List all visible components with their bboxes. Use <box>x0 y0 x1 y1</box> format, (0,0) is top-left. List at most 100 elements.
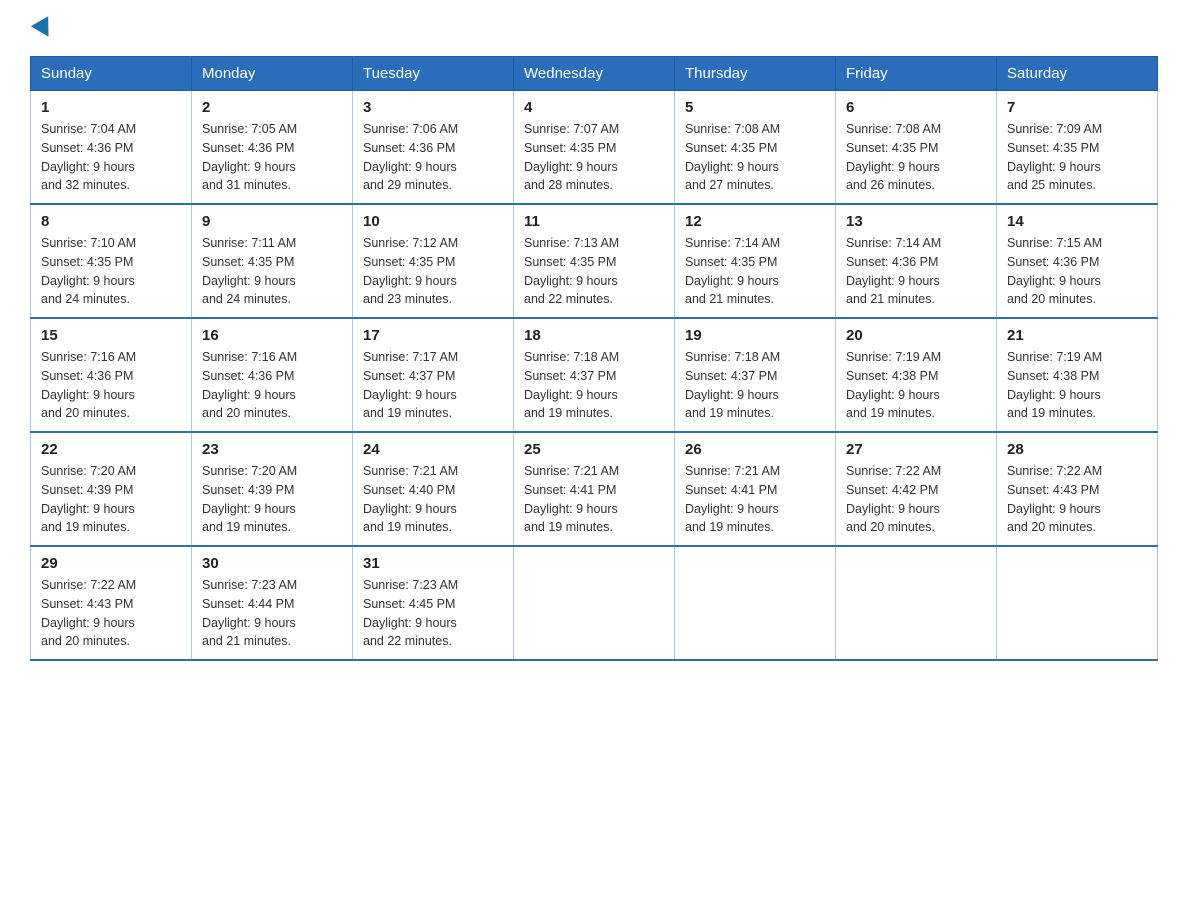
day-cell: 21 Sunrise: 7:19 AMSunset: 4:38 PMDayligh… <box>997 318 1158 432</box>
day-cell <box>997 546 1158 660</box>
day-info: Sunrise: 7:05 AMSunset: 4:36 PMDaylight:… <box>202 120 342 195</box>
day-cell: 9Sunrise: 7:11 AMSunset: 4:35 PMDaylight… <box>192 204 353 318</box>
page-header <box>30 20 1158 38</box>
day-of-week-saturday: Saturday <box>997 57 1158 91</box>
day-cell: 13 Sunrise: 7:14 AMSunset: 4:36 PMDayligh… <box>836 204 997 318</box>
day-cell: 1 Sunrise: 7:04 AMSunset: 4:36 PMDaylight… <box>31 91 192 205</box>
day-number: 3 <box>363 99 503 116</box>
day-info: Sunrise: 7:20 AMSunset: 4:39 PMDaylight:… <box>41 462 181 537</box>
day-number: 17 <box>363 327 503 344</box>
day-number: 6 <box>846 99 986 116</box>
day-cell: 18Sunrise: 7:18 AMSunset: 4:37 PMDayligh… <box>514 318 675 432</box>
day-info: Sunrise: 7:22 AMSunset: 4:43 PMDaylight:… <box>41 576 181 651</box>
day-number: 21 <box>1007 327 1147 344</box>
day-cell: 23 Sunrise: 7:20 AMSunset: 4:39 PMDayligh… <box>192 432 353 546</box>
calendar-header: SundayMondayTuesdayWednesdayThursdayFrid… <box>31 57 1158 91</box>
day-number: 10 <box>363 213 503 230</box>
day-cell: 12 Sunrise: 7:14 AMSunset: 4:35 PMDayligh… <box>675 204 836 318</box>
day-info: Sunrise: 7:11 AMSunset: 4:35 PMDaylight:… <box>202 234 342 309</box>
day-cell: 27 Sunrise: 7:22 AMSunset: 4:42 PMDayligh… <box>836 432 997 546</box>
day-info: Sunrise: 7:06 AMSunset: 4:36 PMDaylight:… <box>363 120 503 195</box>
calendar-body: 1 Sunrise: 7:04 AMSunset: 4:36 PMDaylight… <box>31 91 1158 661</box>
day-cell: 22 Sunrise: 7:20 AMSunset: 4:39 PMDayligh… <box>31 432 192 546</box>
day-info: Sunrise: 7:23 AMSunset: 4:45 PMDaylight:… <box>363 576 503 651</box>
day-info: Sunrise: 7:17 AMSunset: 4:37 PMDaylight:… <box>363 348 503 423</box>
days-of-week-row: SundayMondayTuesdayWednesdayThursdayFrid… <box>31 57 1158 91</box>
day-cell: 2 Sunrise: 7:05 AMSunset: 4:36 PMDaylight… <box>192 91 353 205</box>
day-number: 30 <box>202 555 342 572</box>
day-cell: 6 Sunrise: 7:08 AMSunset: 4:35 PMDaylight… <box>836 91 997 205</box>
day-cell: 24 Sunrise: 7:21 AMSunset: 4:40 PMDayligh… <box>353 432 514 546</box>
day-number: 24 <box>363 441 503 458</box>
day-number: 14 <box>1007 213 1147 230</box>
day-info: Sunrise: 7:14 AMSunset: 4:35 PMDaylight:… <box>685 234 825 309</box>
calendar-table: SundayMondayTuesdayWednesdayThursdayFrid… <box>30 56 1158 661</box>
day-number: 25 <box>524 441 664 458</box>
day-info: Sunrise: 7:14 AMSunset: 4:36 PMDaylight:… <box>846 234 986 309</box>
day-number: 27 <box>846 441 986 458</box>
day-cell: 25 Sunrise: 7:21 AMSunset: 4:41 PMDayligh… <box>514 432 675 546</box>
day-cell: 10Sunrise: 7:12 AMSunset: 4:35 PMDayligh… <box>353 204 514 318</box>
day-of-week-wednesday: Wednesday <box>514 57 675 91</box>
day-number: 18 <box>524 327 664 344</box>
week-row-2: 8 Sunrise: 7:10 AMSunset: 4:35 PMDaylight… <box>31 204 1158 318</box>
day-number: 15 <box>41 327 181 344</box>
day-number: 1 <box>41 99 181 116</box>
day-cell: 19Sunrise: 7:18 AMSunset: 4:37 PMDayligh… <box>675 318 836 432</box>
day-of-week-friday: Friday <box>836 57 997 91</box>
day-cell: 5Sunrise: 7:08 AMSunset: 4:35 PMDaylight… <box>675 91 836 205</box>
day-number: 4 <box>524 99 664 116</box>
day-cell <box>514 546 675 660</box>
day-info: Sunrise: 7:08 AMSunset: 4:35 PMDaylight:… <box>685 120 825 195</box>
day-info: Sunrise: 7:10 AMSunset: 4:35 PMDaylight:… <box>41 234 181 309</box>
day-info: Sunrise: 7:23 AMSunset: 4:44 PMDaylight:… <box>202 576 342 651</box>
day-of-week-monday: Monday <box>192 57 353 91</box>
day-number: 12 <box>685 213 825 230</box>
day-info: Sunrise: 7:09 AMSunset: 4:35 PMDaylight:… <box>1007 120 1147 195</box>
day-cell: 20 Sunrise: 7:19 AMSunset: 4:38 PMDayligh… <box>836 318 997 432</box>
day-info: Sunrise: 7:21 AMSunset: 4:41 PMDaylight:… <box>524 462 664 537</box>
day-cell: 16Sunrise: 7:16 AMSunset: 4:36 PMDayligh… <box>192 318 353 432</box>
day-cell: 28Sunrise: 7:22 AMSunset: 4:43 PMDayligh… <box>997 432 1158 546</box>
day-cell: 7Sunrise: 7:09 AMSunset: 4:35 PMDaylight… <box>997 91 1158 205</box>
day-cell: 31 Sunrise: 7:23 AMSunset: 4:45 PMDayligh… <box>353 546 514 660</box>
day-number: 22 <box>41 441 181 458</box>
day-cell: 8 Sunrise: 7:10 AMSunset: 4:35 PMDaylight… <box>31 204 192 318</box>
day-info: Sunrise: 7:15 AMSunset: 4:36 PMDaylight:… <box>1007 234 1147 309</box>
logo-triangle-icon <box>31 16 57 42</box>
day-number: 20 <box>846 327 986 344</box>
week-row-4: 22 Sunrise: 7:20 AMSunset: 4:39 PMDayligh… <box>31 432 1158 546</box>
day-info: Sunrise: 7:22 AMSunset: 4:42 PMDaylight:… <box>846 462 986 537</box>
week-row-5: 29 Sunrise: 7:22 AMSunset: 4:43 PMDayligh… <box>31 546 1158 660</box>
day-number: 28 <box>1007 441 1147 458</box>
day-cell: 17 Sunrise: 7:17 AMSunset: 4:37 PMDayligh… <box>353 318 514 432</box>
day-info: Sunrise: 7:19 AMSunset: 4:38 PMDaylight:… <box>846 348 986 423</box>
day-info: Sunrise: 7:08 AMSunset: 4:35 PMDaylight:… <box>846 120 986 195</box>
logo-blue-text <box>30 20 54 38</box>
day-info: Sunrise: 7:04 AMSunset: 4:36 PMDaylight:… <box>41 120 181 195</box>
day-info: Sunrise: 7:16 AMSunset: 4:36 PMDaylight:… <box>41 348 181 423</box>
day-number: 29 <box>41 555 181 572</box>
day-of-week-sunday: Sunday <box>31 57 192 91</box>
day-number: 13 <box>846 213 986 230</box>
day-number: 2 <box>202 99 342 116</box>
day-info: Sunrise: 7:18 AMSunset: 4:37 PMDaylight:… <box>685 348 825 423</box>
logo <box>30 20 54 38</box>
day-number: 23 <box>202 441 342 458</box>
day-info: Sunrise: 7:07 AMSunset: 4:35 PMDaylight:… <box>524 120 664 195</box>
day-cell: 15 Sunrise: 7:16 AMSunset: 4:36 PMDayligh… <box>31 318 192 432</box>
day-cell: 26Sunrise: 7:21 AMSunset: 4:41 PMDayligh… <box>675 432 836 546</box>
day-info: Sunrise: 7:20 AMSunset: 4:39 PMDaylight:… <box>202 462 342 537</box>
day-cell: 4 Sunrise: 7:07 AMSunset: 4:35 PMDaylight… <box>514 91 675 205</box>
day-of-week-tuesday: Tuesday <box>353 57 514 91</box>
day-cell: 11Sunrise: 7:13 AMSunset: 4:35 PMDayligh… <box>514 204 675 318</box>
day-info: Sunrise: 7:21 AMSunset: 4:40 PMDaylight:… <box>363 462 503 537</box>
day-number: 8 <box>41 213 181 230</box>
day-cell: 30 Sunrise: 7:23 AMSunset: 4:44 PMDayligh… <box>192 546 353 660</box>
day-info: Sunrise: 7:19 AMSunset: 4:38 PMDaylight:… <box>1007 348 1147 423</box>
day-number: 31 <box>363 555 503 572</box>
day-number: 16 <box>202 327 342 344</box>
day-cell: 14 Sunrise: 7:15 AMSunset: 4:36 PMDayligh… <box>997 204 1158 318</box>
day-cell <box>836 546 997 660</box>
day-number: 26 <box>685 441 825 458</box>
